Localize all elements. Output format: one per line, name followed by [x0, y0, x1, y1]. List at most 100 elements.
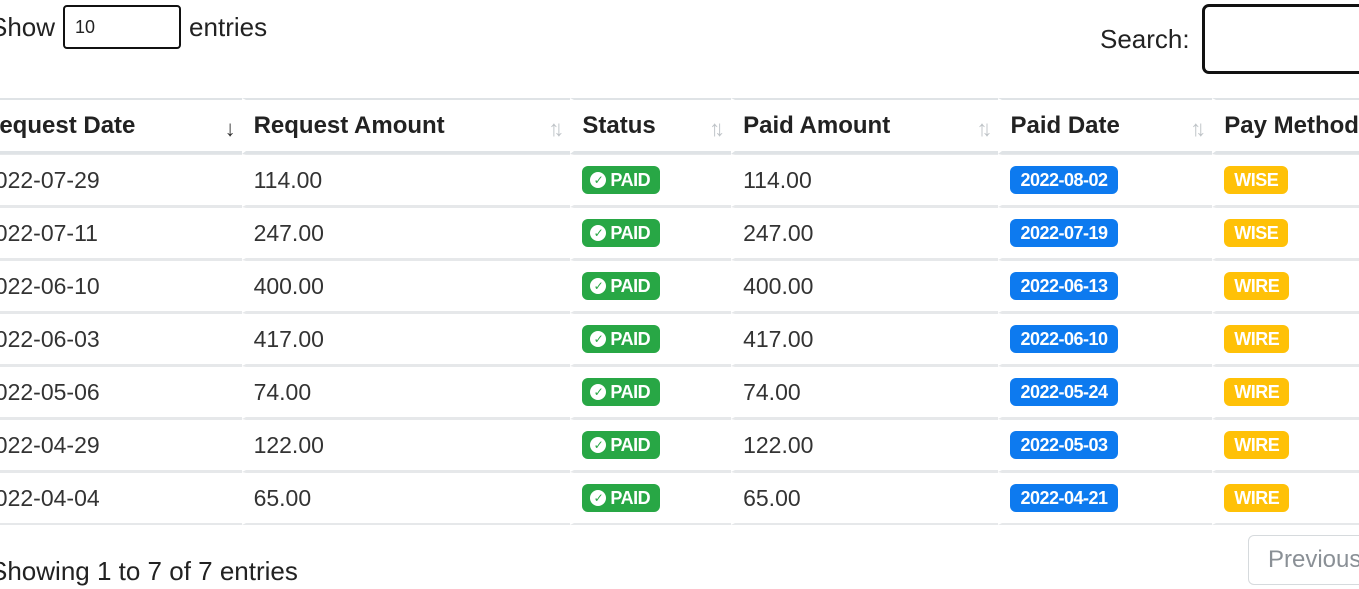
- request-amount-cell: 400.00: [241, 260, 571, 313]
- payout-requests-page: Show entries Search: Request Date↓Reques…: [0, 0, 1359, 589]
- table-row: 2022-06-10400.00✓PAID400.002022-06-13WIR…: [0, 260, 1359, 313]
- status-label: PAID: [610, 434, 651, 455]
- paid-date-badge: 2022-06-13: [1010, 272, 1118, 301]
- paid-amount-cell: 114.00: [731, 154, 999, 207]
- request-date-cell: 2022-07-29: [0, 154, 242, 207]
- status-label: PAID: [610, 328, 651, 349]
- request-date-cell: 2022-05-06: [0, 366, 242, 419]
- paid-date-badge: 2022-07-19: [1010, 219, 1118, 248]
- status-cell: ✓ PAID: [570, 313, 732, 366]
- paid-date-badge: 2022-04-21: [1010, 484, 1118, 513]
- paid-amount-cell: 65.00: [731, 472, 999, 525]
- pay-method-cell: WIRE: [1212, 313, 1359, 366]
- paid-date-cell: 2022-05-03: [998, 419, 1213, 472]
- status-label: PAID: [610, 381, 651, 402]
- pay-method-badge: WISE: [1224, 166, 1289, 195]
- sort-both-icon: ↑↓: [548, 116, 564, 141]
- paid-date-cell: 2022-07-19: [998, 207, 1213, 260]
- column-header-paid-date[interactable]: Paid Date ↑↓: [998, 98, 1213, 154]
- pay-method-cell: WISE: [1212, 154, 1359, 207]
- table-row: 2022-07-11247.00✓PAID247.002022-07-19WIS…: [0, 207, 1359, 260]
- paid-date-cell: 2022-06-10: [998, 313, 1213, 366]
- table-row: 2022-05-0674.00✓PAID74.002022-05-24WIRE: [0, 366, 1359, 419]
- status-cell: ✓ PAID: [570, 419, 732, 472]
- search-control: Search:: [1100, 4, 1359, 74]
- request-date-cell: 2022-04-04: [0, 472, 242, 525]
- column-header-label: Pay Method: [1224, 111, 1359, 139]
- status-label: PAID: [610, 487, 651, 508]
- request-date-cell: 2022-04-29: [0, 419, 242, 472]
- status-label: PAID: [610, 222, 651, 243]
- status-cell: ✓ PAID: [570, 260, 732, 313]
- table-info: Showing 1 to 7 of 7 entries: [0, 556, 298, 586]
- request-amount-cell: 417.00: [241, 313, 571, 366]
- pay-method-badge: WIRE: [1224, 431, 1290, 460]
- status-label: PAID: [610, 275, 651, 296]
- column-header-label: Request Amount: [253, 111, 445, 139]
- sort-both-icon: ↑↓: [976, 116, 992, 141]
- column-header-request-date[interactable]: Request Date ↓: [0, 98, 242, 154]
- payouts-table-container: Request Date↓Request Amount↑↓Status↑↓Pai…: [0, 98, 1359, 525]
- column-header-status[interactable]: Status ↑↓: [570, 98, 732, 154]
- sort-both-icon: ↑↓: [1190, 116, 1206, 141]
- check-circle-icon: ✓: [590, 225, 607, 242]
- check-circle-icon: ✓: [590, 331, 607, 348]
- request-date-cell: 2022-06-10: [0, 260, 242, 313]
- column-header-paid-amount[interactable]: Paid Amount ↑↓: [731, 98, 999, 154]
- check-circle-icon: ✓: [590, 172, 607, 189]
- request-amount-cell: 114.00: [241, 154, 571, 207]
- status-badge: ✓ PAID: [582, 166, 661, 195]
- table-header-row: Request Date↓Request Amount↑↓Status↑↓Pai…: [0, 98, 1359, 154]
- check-circle-icon: ✓: [590, 437, 607, 454]
- paid-date-badge: 2022-05-24: [1010, 378, 1118, 407]
- status-badge: ✓ PAID: [582, 431, 661, 460]
- entries-length-control: Show entries: [0, 4, 267, 50]
- entries-label: entries: [189, 11, 268, 42]
- paid-amount-cell: 74.00: [731, 366, 999, 419]
- paid-date-badge: 2022-05-03: [1010, 431, 1118, 460]
- status-badge: ✓ PAID: [582, 325, 661, 354]
- column-header-label: Status: [582, 111, 656, 139]
- status-cell: ✓ PAID: [570, 472, 732, 525]
- paid-date-cell: 2022-06-13: [998, 260, 1213, 313]
- pay-method-cell: WISE: [1212, 207, 1359, 260]
- table-body: 2022-07-29114.00✓PAID114.002022-08-02WIS…: [0, 154, 1359, 525]
- pay-method-cell: WIRE: [1212, 260, 1359, 313]
- check-circle-icon: ✓: [590, 490, 607, 507]
- pay-method-badge: WISE: [1224, 219, 1289, 248]
- pay-method-badge: WIRE: [1224, 272, 1290, 301]
- sort-both-icon: ↑↓: [709, 116, 725, 141]
- table-row: 2022-04-29122.00✓PAID122.002022-05-03WIR…: [0, 419, 1359, 472]
- pay-method-cell: WIRE: [1212, 419, 1359, 472]
- request-amount-cell: 65.00: [241, 472, 571, 525]
- check-circle-icon: ✓: [590, 384, 607, 401]
- column-header-label: Paid Date: [1010, 111, 1120, 139]
- previous-page-button[interactable]: Previous: [1248, 535, 1359, 585]
- status-badge: ✓ PAID: [582, 378, 661, 407]
- status-badge: ✓ PAID: [582, 219, 661, 248]
- paid-date-cell: 2022-08-02: [998, 154, 1213, 207]
- request-date-cell: 2022-06-03: [0, 313, 242, 366]
- payouts-table: Request Date↓Request Amount↑↓Status↑↓Pai…: [0, 98, 1359, 525]
- search-input[interactable]: [1201, 4, 1359, 74]
- status-label: PAID: [610, 169, 651, 190]
- status-cell: ✓ PAID: [570, 207, 732, 260]
- request-amount-cell: 247.00: [241, 207, 571, 260]
- status-cell: ✓ PAID: [570, 366, 732, 419]
- paid-date-badge: 2022-06-10: [1010, 325, 1118, 354]
- paid-date-cell: 2022-04-21: [998, 472, 1213, 525]
- table-row: 2022-07-29114.00✓PAID114.002022-08-02WIS…: [0, 154, 1359, 207]
- pay-method-cell: WIRE: [1212, 366, 1359, 419]
- check-circle-icon: ✓: [590, 278, 607, 295]
- status-badge: ✓ PAID: [582, 272, 661, 301]
- pay-method-badge: WIRE: [1224, 484, 1290, 513]
- column-header-pay-method[interactable]: Pay Method: [1212, 98, 1359, 154]
- search-label: Search:: [1100, 23, 1190, 54]
- sort-descending-icon: ↓: [224, 116, 236, 141]
- table-row: 2022-06-03417.00✓PAID417.002022-06-10WIR…: [0, 313, 1359, 366]
- pay-method-badge: WIRE: [1224, 378, 1290, 407]
- paid-amount-cell: 122.00: [731, 419, 999, 472]
- show-label: Show: [0, 11, 56, 42]
- entries-per-page-input[interactable]: [63, 5, 182, 49]
- column-header-request-amount[interactable]: Request Amount ↑↓: [241, 98, 571, 154]
